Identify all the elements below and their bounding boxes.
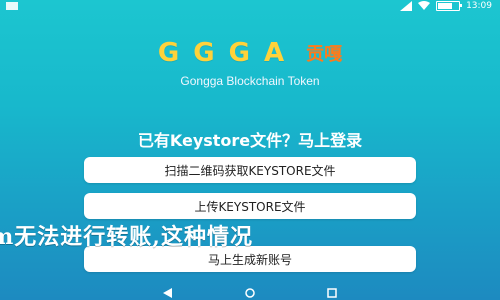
app-logo: GGGA 贡嘎 Gongga Blockchain Token	[0, 38, 500, 88]
logo-badge: 贡嘎	[306, 44, 343, 65]
signal-icon	[400, 1, 413, 11]
upload-keystore-label: 上传KEYSTORE文件	[194, 199, 306, 214]
recents-icon[interactable]	[326, 288, 338, 298]
system-nav-bar	[0, 286, 500, 300]
login-title: 已有Keystore文件？马上登录	[137, 131, 363, 150]
upload-keystore-button[interactable]: 上传KEYSTORE文件	[84, 193, 416, 219]
create-account-label: 马上生成新账号	[207, 252, 292, 267]
scan-qr-label: 扫描二维码获取KEYSTORE文件	[164, 163, 336, 178]
logo-tagline: Gongga Blockchain Token	[180, 74, 320, 88]
status-bar: 13:09	[0, 0, 500, 12]
overlay-caption: m无法进行转账,这种情况	[0, 224, 253, 250]
notification-icon	[6, 2, 18, 10]
wifi-icon	[418, 1, 431, 11]
logo-text: GGGA	[157, 38, 299, 68]
back-icon[interactable]	[162, 288, 174, 298]
battery-icon	[436, 1, 463, 11]
status-time: 13:09	[466, 1, 492, 11]
scan-qr-button[interactable]: 扫描二维码获取KEYSTORE文件	[84, 157, 416, 183]
home-icon[interactable]	[244, 288, 256, 298]
